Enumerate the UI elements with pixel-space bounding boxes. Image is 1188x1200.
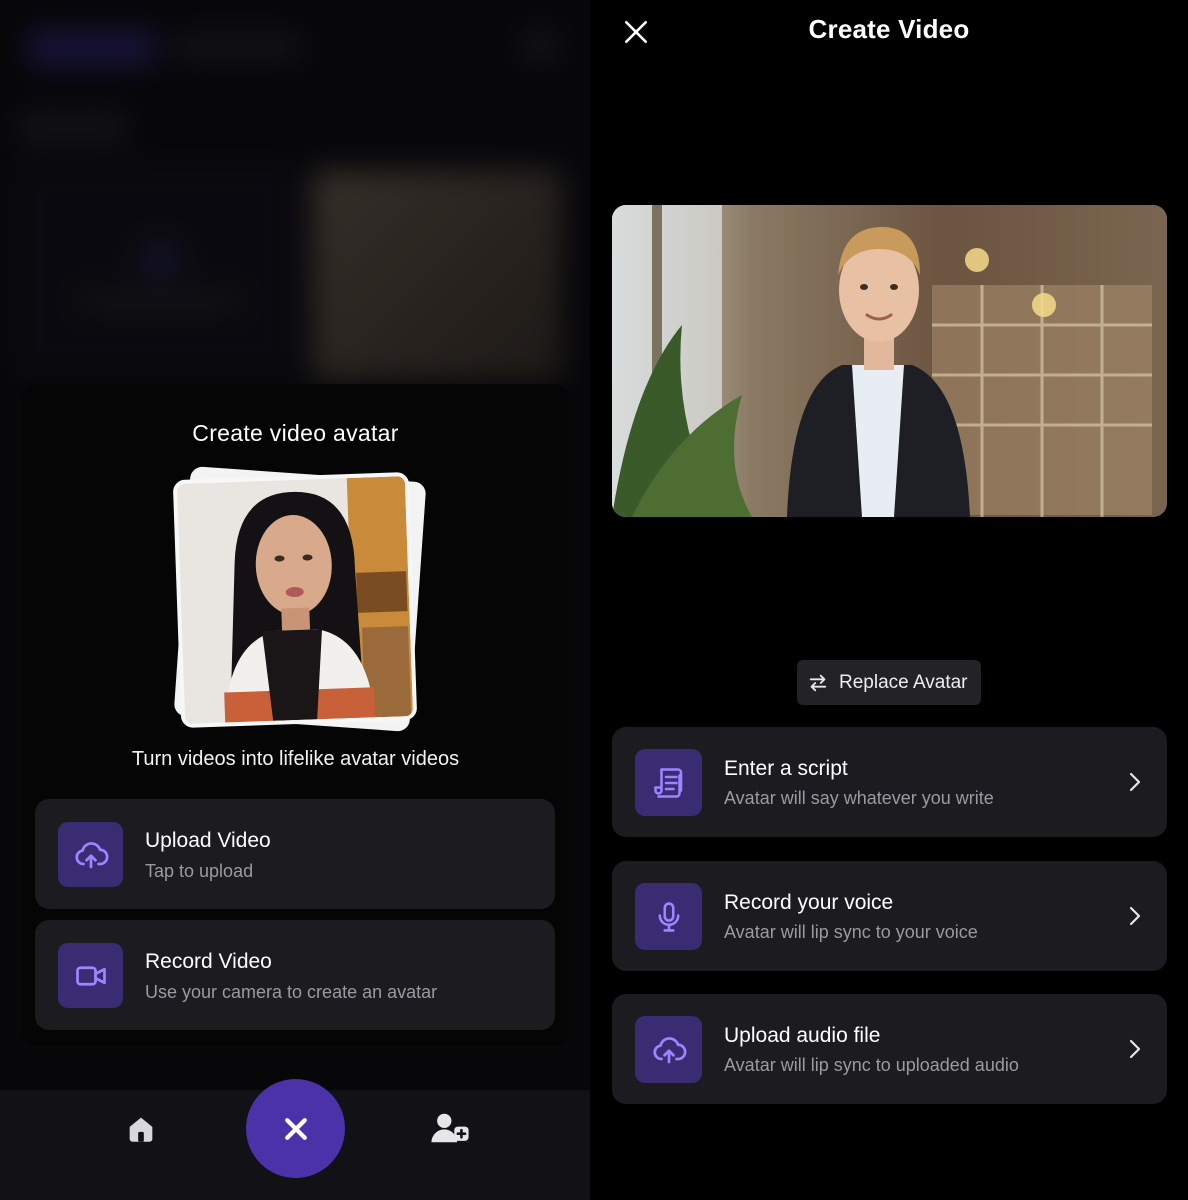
upload-audio-subtitle: Avatar will lip sync to uploaded audio: [724, 1055, 1019, 1075]
replace-avatar-button[interactable]: Replace Avatar: [797, 660, 981, 705]
enter-script-title: Enter a script: [724, 757, 848, 780]
avatar-video-preview: [612, 205, 1167, 517]
replace-avatar-label: Replace Avatar: [839, 671, 968, 693]
cloud-upload-icon: [635, 1016, 702, 1083]
cloud-upload-icon: [58, 822, 123, 887]
chevron-right-icon: [1129, 906, 1141, 926]
add-user-icon[interactable]: [430, 1110, 470, 1151]
record-video-title: Record Video: [145, 950, 272, 973]
create-avatar-sheet: Create video avatar Turn videos into lif…: [22, 384, 569, 1046]
avatar-preview-stack: [172, 466, 427, 732]
left-screen: Create video avatar Turn videos into lif…: [0, 0, 590, 1200]
record-video-option[interactable]: Record Video Use your camera to create a…: [35, 920, 555, 1030]
record-video-subtitle: Use your camera to create an avatar: [145, 982, 438, 1002]
record-voice-subtitle: Avatar will lip sync to your voice: [724, 922, 978, 942]
close-fab-button[interactable]: [246, 1079, 345, 1178]
enter-script-subtitle: Avatar will say whatever you write: [724, 788, 994, 808]
chevron-right-icon: [1129, 772, 1141, 792]
home-icon[interactable]: [124, 1112, 158, 1151]
upload-audio-option[interactable]: Upload audio file Avatar will lip sync t…: [612, 994, 1167, 1104]
upload-video-option[interactable]: Upload Video Tap to upload: [35, 799, 555, 909]
record-voice-option[interactable]: Record your voice Avatar will lip sync t…: [612, 861, 1167, 971]
upload-video-title: Upload Video: [145, 829, 271, 852]
enter-script-option[interactable]: Enter a script Avatar will say whatever …: [612, 727, 1167, 837]
video-camera-icon: [58, 943, 123, 1008]
avatar-preview-image: [172, 471, 418, 729]
upload-video-subtitle: Tap to upload: [145, 861, 254, 881]
chevron-right-icon: [1129, 1039, 1141, 1059]
page-title: Create Video: [808, 14, 970, 44]
microphone-icon: [635, 883, 702, 950]
upload-audio-title: Upload audio file: [724, 1024, 881, 1047]
close-icon: [284, 1117, 307, 1140]
sheet-subtitle: Turn videos into lifelike avatar videos: [131, 748, 460, 770]
record-voice-title: Record your voice: [724, 891, 894, 914]
sheet-title: Create video avatar: [192, 420, 399, 446]
script-icon: [635, 749, 702, 816]
right-screen: Create Video Replace Avatar Enter a scri…: [590, 0, 1188, 1200]
swap-icon: [809, 674, 827, 691]
